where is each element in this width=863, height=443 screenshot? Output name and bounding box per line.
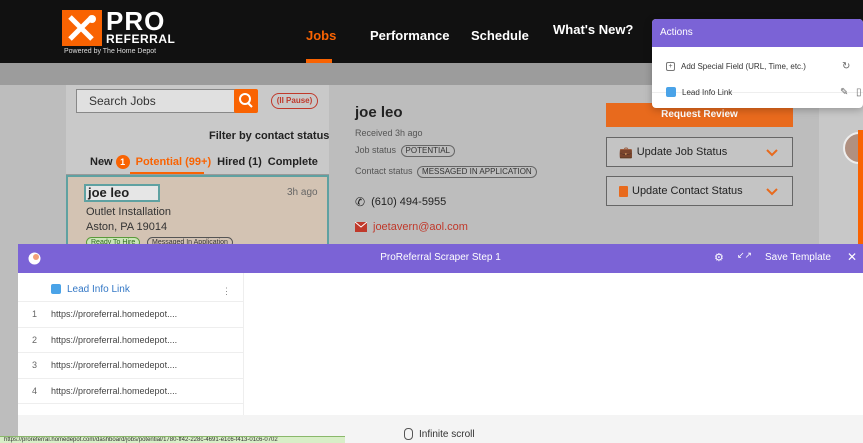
nav-performance[interactable]: Performance <box>370 28 449 43</box>
search-input[interactable]: Search Jobs <box>76 89 256 113</box>
row-number: 2 <box>31 334 37 345</box>
contact-card-icon <box>619 185 628 197</box>
pause-button[interactable]: (II Pause) <box>271 93 318 109</box>
chevron-down-icon <box>766 149 778 157</box>
row-value: https://proreferral.homedepot.... <box>51 309 178 320</box>
update-contact-status-label: Update Contact Status <box>632 185 743 197</box>
update-job-status-button[interactable]: 💼 Update Job Status <box>606 137 793 167</box>
filter-label: Filter by contact status <box>209 130 330 142</box>
update-job-status-label: Update Job Status <box>636 146 728 158</box>
table-header: Lead Info Link <box>18 277 243 302</box>
job-status-pill: POTENTIAL <box>400 145 455 157</box>
column-header[interactable]: Lead Info Link <box>51 284 130 295</box>
customer-name: joe leo <box>355 104 403 121</box>
row-number: 3 <box>31 360 37 371</box>
search-button[interactable] <box>234 89 258 113</box>
status-url-bar: https://proreferral.homedepot.com/dashbo… <box>0 436 345 443</box>
job-tabs: New 1 Potential (99+) Hired (1) Complete <box>90 155 318 169</box>
edit-pencil-icon[interactable]: ✎ <box>840 87 848 98</box>
row-number: 1 <box>31 309 37 320</box>
contact-status-row: Contact status MESSAGED IN APPLICATION <box>355 166 537 178</box>
logo-tools-icon <box>62 10 102 46</box>
trash-icon[interactable]: ▯ <box>856 87 862 98</box>
infinite-scroll-label: Infinite scroll <box>419 428 475 440</box>
gear-icon[interactable]: ⚙ <box>714 251 724 264</box>
scraper-header: ProReferral Scraper Step 1 ⚙ ↙↗ Save Tem… <box>18 244 863 273</box>
link-icon <box>51 284 61 294</box>
tab-hired[interactable]: Hired (1) <box>217 156 262 168</box>
tab-potential[interactable]: Potential (99+) <box>136 156 212 168</box>
minimize-icon[interactable]: ↙↗ <box>737 250 752 261</box>
email-row[interactable]: joetavern@aol.com <box>355 221 468 233</box>
phone-row[interactable]: ✆ (610) 494-5955 <box>355 195 446 209</box>
table-row[interactable]: 2 https://proreferral.homedepot.... <box>18 328 243 353</box>
job-card-location: Aston, PA 19014 <box>86 221 168 233</box>
scroll-icon <box>404 428 413 440</box>
row-value: https://proreferral.homedepot.... <box>51 360 178 371</box>
chevron-down-icon <box>766 188 778 196</box>
logo[interactable]: PRO REFERRAL Powered by The Home Depot <box>62 6 202 55</box>
search-icon <box>239 93 253 108</box>
tab-complete[interactable]: Complete <box>268 156 318 168</box>
add-special-field-item[interactable]: + Add Special Field (URL, Time, etc.) ↻ <box>652 55 863 77</box>
briefcase-icon: 💼 <box>619 146 633 159</box>
row-value: https://proreferral.homedepot.... <box>51 385 178 396</box>
job-card-time: 3h ago <box>287 187 318 198</box>
job-card-name: joe leo <box>84 184 160 202</box>
job-card-service: Outlet Installation <box>86 206 171 218</box>
column-header-label: Lead Info Link <box>67 283 130 295</box>
lead-info-link-item[interactable]: Lead Info Link ✎ ▯ <box>652 81 863 103</box>
table-row[interactable]: 3 https://proreferral.homedepot.... <box>18 353 243 379</box>
job-status-label: Job status <box>355 145 397 155</box>
add-special-field-label: Add Special Field (URL, Time, etc.) <box>681 61 806 71</box>
close-icon[interactable]: ✕ <box>847 250 857 264</box>
contact-status-label: Contact status <box>355 166 413 176</box>
nav-whats-new[interactable]: What's New? <box>553 22 633 37</box>
row-value: https://proreferral.homedepot.... <box>51 334 178 345</box>
received-time: Received 3h ago <box>355 128 423 138</box>
column-divider <box>243 273 244 415</box>
phone-number: (610) 494-5955 <box>371 196 447 208</box>
table-row[interactable]: 4 https://proreferral.homedepot.... <box>18 379 243 404</box>
infinite-scroll-toggle[interactable]: Infinite scroll <box>404 428 475 440</box>
mail-icon <box>355 222 367 232</box>
tab-new-label: New <box>90 156 113 168</box>
table-row[interactable]: 1 https://proreferral.homedepot.... <box>18 302 243 328</box>
contact-status-filter[interactable]: Filter by contact status ﹀ <box>209 127 343 143</box>
lead-info-link-label: Lead Info Link <box>682 87 733 97</box>
update-contact-status-button[interactable]: Update Contact Status <box>606 176 793 206</box>
tab-new[interactable]: New 1 <box>90 155 130 169</box>
contact-status-pill: MESSAGED IN APPLICATION <box>417 166 537 178</box>
link-icon <box>666 87 676 97</box>
email-address: joetavern@aol.com <box>373 221 468 233</box>
actions-popup: Actions + Add Special Field (URL, Time, … <box>652 19 863 108</box>
save-template-button[interactable]: Save Template <box>765 252 831 263</box>
side-accent <box>858 130 863 245</box>
nav-schedule[interactable]: Schedule <box>471 28 529 43</box>
side-strip <box>819 85 863 255</box>
logo-subtext: REFERRAL <box>106 32 176 46</box>
row-number: 4 <box>31 385 37 396</box>
nav-jobs[interactable]: Jobs <box>306 28 336 43</box>
phone-icon: ✆ <box>355 195 366 209</box>
logo-tagline: Powered by The Home Depot <box>64 48 157 55</box>
job-status-row: Job status POTENTIAL <box>355 145 455 157</box>
scraper-table: Lead Info Link 1 https://proreferral.hom… <box>18 277 243 404</box>
refresh-icon[interactable]: ↻ <box>842 61 850 72</box>
column-menu-icon[interactable]: ⋮ <box>222 286 231 297</box>
actions-title: Actions <box>652 19 863 47</box>
new-count-badge: 1 <box>115 155 130 169</box>
plus-square-icon: + <box>666 61 675 71</box>
